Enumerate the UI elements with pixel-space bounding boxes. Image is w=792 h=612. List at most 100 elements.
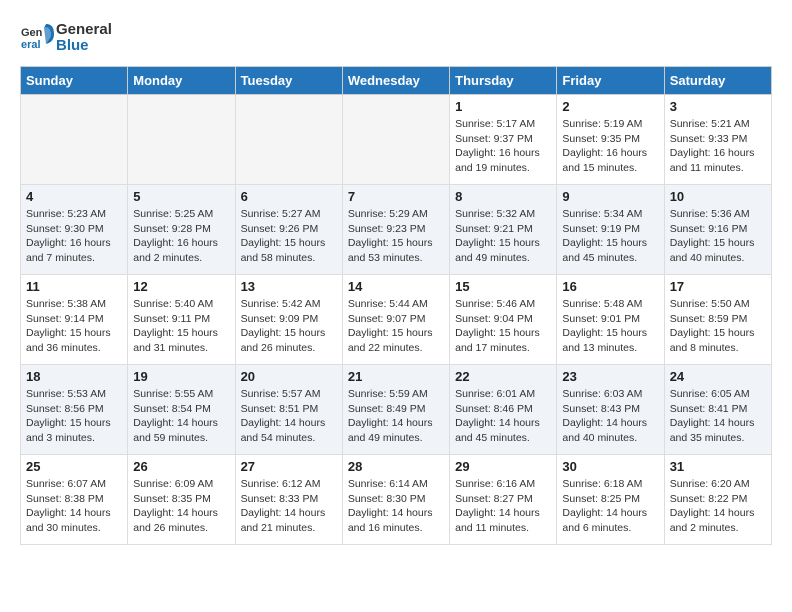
svg-text:Gen: Gen <box>21 27 43 39</box>
day-info: Sunrise: 6:20 AM Sunset: 8:22 PM Dayligh… <box>670 477 766 536</box>
week-row-2: 4 Sunrise: 5:23 AM Sunset: 9:30 PM Daylig… <box>21 185 772 275</box>
day-info: Sunrise: 5:27 AM Sunset: 9:26 PM Dayligh… <box>241 207 337 266</box>
day-number: 18 <box>26 369 122 384</box>
weekday-header-saturday: Saturday <box>664 67 771 95</box>
day-number: 14 <box>348 279 444 294</box>
day-info: Sunrise: 5:23 AM Sunset: 9:30 PM Dayligh… <box>26 207 122 266</box>
day-cell <box>128 95 235 185</box>
day-number: 7 <box>348 189 444 204</box>
day-cell: 8 Sunrise: 5:32 AM Sunset: 9:21 PM Daylig… <box>450 185 557 275</box>
day-number: 28 <box>348 459 444 474</box>
day-info: Sunrise: 5:36 AM Sunset: 9:16 PM Dayligh… <box>670 207 766 266</box>
day-cell: 28 Sunrise: 6:14 AM Sunset: 8:30 PM Dayli… <box>342 455 449 545</box>
page-header: Gen eral General Blue <box>20 20 772 56</box>
day-number: 3 <box>670 99 766 114</box>
day-number: 13 <box>241 279 337 294</box>
day-number: 15 <box>455 279 551 294</box>
day-number: 2 <box>562 99 658 114</box>
day-number: 30 <box>562 459 658 474</box>
day-cell: 21 Sunrise: 5:59 AM Sunset: 8:49 PM Dayli… <box>342 365 449 455</box>
day-info: Sunrise: 5:17 AM Sunset: 9:37 PM Dayligh… <box>455 117 551 176</box>
day-info: Sunrise: 6:05 AM Sunset: 8:41 PM Dayligh… <box>670 387 766 446</box>
day-cell: 22Sunrise: 6:01 AM Sunset: 8:46 PM Dayli… <box>450 365 557 455</box>
day-info: Sunrise: 5:34 AM Sunset: 9:19 PM Dayligh… <box>562 207 658 266</box>
day-number: 31 <box>670 459 766 474</box>
day-number: 4 <box>26 189 122 204</box>
week-row-4: 18Sunrise: 5:53 AM Sunset: 8:56 PM Dayli… <box>21 365 772 455</box>
weekday-header-sunday: Sunday <box>21 67 128 95</box>
day-number: 16 <box>562 279 658 294</box>
calendar-table: SundayMondayTuesdayWednesdayThursdayFrid… <box>20 66 772 545</box>
day-cell: 20 Sunrise: 5:57 AM Sunset: 8:51 PM Dayli… <box>235 365 342 455</box>
day-cell: 7 Sunrise: 5:29 AM Sunset: 9:23 PM Daylig… <box>342 185 449 275</box>
day-number: 8 <box>455 189 551 204</box>
day-info: Sunrise: 5:25 AM Sunset: 9:28 PM Dayligh… <box>133 207 229 266</box>
day-cell: 14 Sunrise: 5:44 AM Sunset: 9:07 PM Dayli… <box>342 275 449 365</box>
day-info: Sunrise: 5:50 AM Sunset: 8:59 PM Dayligh… <box>670 297 766 356</box>
day-info: Sunrise: 5:44 AM Sunset: 9:07 PM Dayligh… <box>348 297 444 356</box>
day-info: Sunrise: 5:29 AM Sunset: 9:23 PM Dayligh… <box>348 207 444 266</box>
day-cell: 15Sunrise: 5:46 AM Sunset: 9:04 PM Dayli… <box>450 275 557 365</box>
day-info: Sunrise: 6:18 AM Sunset: 8:25 PM Dayligh… <box>562 477 658 536</box>
day-number: 6 <box>241 189 337 204</box>
day-cell: 2 Sunrise: 5:19 AM Sunset: 9:35 PM Daylig… <box>557 95 664 185</box>
day-number: 19 <box>133 369 229 384</box>
day-info: Sunrise: 6:07 AM Sunset: 8:38 PM Dayligh… <box>26 477 122 536</box>
day-cell: 16Sunrise: 5:48 AM Sunset: 9:01 PM Dayli… <box>557 275 664 365</box>
day-info: Sunrise: 6:12 AM Sunset: 8:33 PM Dayligh… <box>241 477 337 536</box>
day-number: 5 <box>133 189 229 204</box>
day-cell <box>21 95 128 185</box>
day-number: 27 <box>241 459 337 474</box>
day-cell: 26 Sunrise: 6:09 AM Sunset: 8:35 PM Dayli… <box>128 455 235 545</box>
weekday-header-friday: Friday <box>557 67 664 95</box>
day-cell: 19Sunrise: 5:55 AM Sunset: 8:54 PM Dayli… <box>128 365 235 455</box>
day-cell: 27 Sunrise: 6:12 AM Sunset: 8:33 PM Dayli… <box>235 455 342 545</box>
day-cell <box>342 95 449 185</box>
day-info: Sunrise: 6:14 AM Sunset: 8:30 PM Dayligh… <box>348 477 444 536</box>
day-info: Sunrise: 5:59 AM Sunset: 8:49 PM Dayligh… <box>348 387 444 446</box>
day-info: Sunrise: 5:40 AM Sunset: 9:11 PM Dayligh… <box>133 297 229 356</box>
day-cell: 18Sunrise: 5:53 AM Sunset: 8:56 PM Dayli… <box>21 365 128 455</box>
day-cell: 11 Sunrise: 5:38 AM Sunset: 9:14 PM Dayli… <box>21 275 128 365</box>
logo-general-text: General <box>56 22 112 39</box>
day-cell: 31 Sunrise: 6:20 AM Sunset: 8:22 PM Dayli… <box>664 455 771 545</box>
day-cell: 1 Sunrise: 5:17 AM Sunset: 9:37 PM Daylig… <box>450 95 557 185</box>
logo-brand: Gen eral General Blue <box>20 20 112 56</box>
day-cell: 29Sunrise: 6:16 AM Sunset: 8:27 PM Dayli… <box>450 455 557 545</box>
day-cell: 25 Sunrise: 6:07 AM Sunset: 8:38 PM Dayli… <box>21 455 128 545</box>
day-info: Sunrise: 5:42 AM Sunset: 9:09 PM Dayligh… <box>241 297 337 356</box>
logo-blue-text: Blue <box>56 38 112 55</box>
day-info: Sunrise: 5:38 AM Sunset: 9:14 PM Dayligh… <box>26 297 122 356</box>
day-cell: 24 Sunrise: 6:05 AM Sunset: 8:41 PM Dayli… <box>664 365 771 455</box>
day-number: 29 <box>455 459 551 474</box>
day-cell <box>235 95 342 185</box>
day-info: Sunrise: 5:21 AM Sunset: 9:33 PM Dayligh… <box>670 117 766 176</box>
day-cell: 30 Sunrise: 6:18 AM Sunset: 8:25 PM Dayli… <box>557 455 664 545</box>
weekday-header-row: SundayMondayTuesdayWednesdayThursdayFrid… <box>21 67 772 95</box>
day-cell: 12Sunrise: 5:40 AM Sunset: 9:11 PM Dayli… <box>128 275 235 365</box>
week-row-1: 1 Sunrise: 5:17 AM Sunset: 9:37 PM Daylig… <box>21 95 772 185</box>
day-number: 25 <box>26 459 122 474</box>
week-row-5: 25 Sunrise: 6:07 AM Sunset: 8:38 PM Dayli… <box>21 455 772 545</box>
day-info: Sunrise: 6:09 AM Sunset: 8:35 PM Dayligh… <box>133 477 229 536</box>
day-cell: 5 Sunrise: 5:25 AM Sunset: 9:28 PM Daylig… <box>128 185 235 275</box>
weekday-header-tuesday: Tuesday <box>235 67 342 95</box>
day-cell: 3 Sunrise: 5:21 AM Sunset: 9:33 PM Daylig… <box>664 95 771 185</box>
day-number: 11 <box>26 279 122 294</box>
day-info: Sunrise: 5:57 AM Sunset: 8:51 PM Dayligh… <box>241 387 337 446</box>
day-info: Sunrise: 6:03 AM Sunset: 8:43 PM Dayligh… <box>562 387 658 446</box>
day-cell: 13 Sunrise: 5:42 AM Sunset: 9:09 PM Dayli… <box>235 275 342 365</box>
day-info: Sunrise: 5:19 AM Sunset: 9:35 PM Dayligh… <box>562 117 658 176</box>
day-number: 1 <box>455 99 551 114</box>
weekday-header-monday: Monday <box>128 67 235 95</box>
day-number: 20 <box>241 369 337 384</box>
day-number: 21 <box>348 369 444 384</box>
logo-text-container: General Blue <box>56 22 112 55</box>
weekday-header-thursday: Thursday <box>450 67 557 95</box>
day-cell: 6 Sunrise: 5:27 AM Sunset: 9:26 PM Daylig… <box>235 185 342 275</box>
day-number: 24 <box>670 369 766 384</box>
day-cell: 23Sunrise: 6:03 AM Sunset: 8:43 PM Dayli… <box>557 365 664 455</box>
logo-svg: Gen eral <box>20 20 56 56</box>
day-info: Sunrise: 5:32 AM Sunset: 9:21 PM Dayligh… <box>455 207 551 266</box>
day-number: 26 <box>133 459 229 474</box>
